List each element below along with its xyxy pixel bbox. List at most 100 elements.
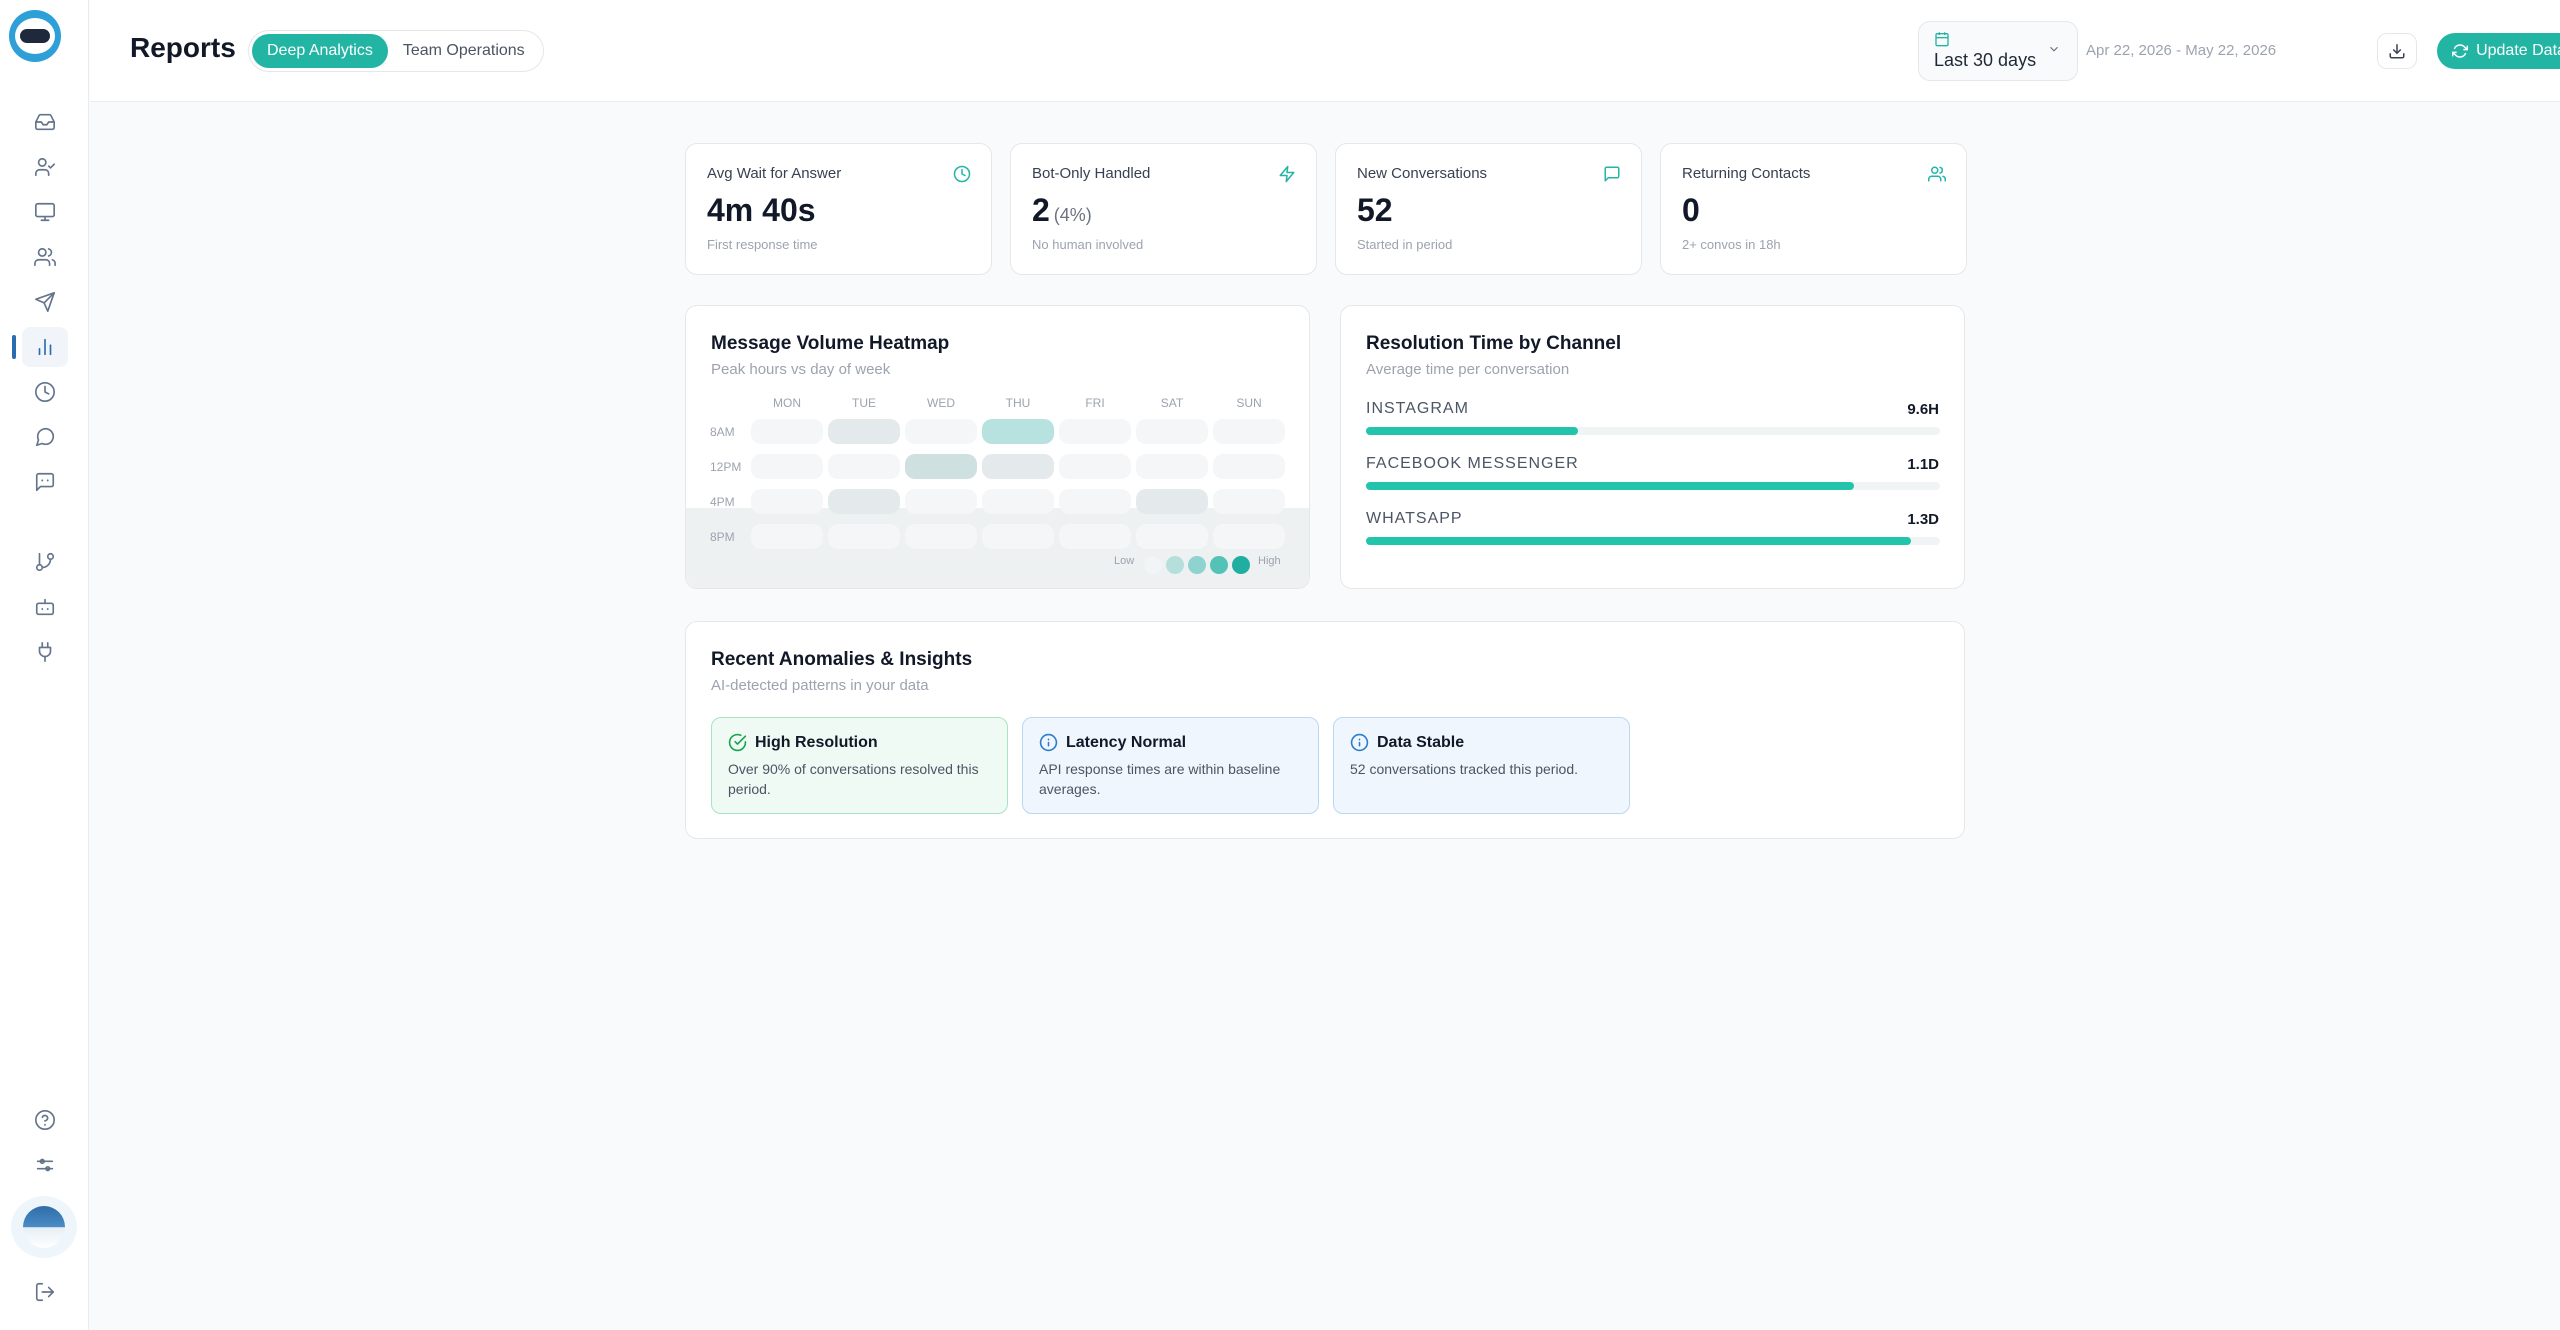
heatmap-day-label: TUE: [852, 396, 876, 410]
date-picker-label: Last 30 days: [1934, 50, 2037, 70]
heatmap-cell[interactable]: [1059, 524, 1131, 549]
insight-title: High Resolution: [755, 734, 878, 751]
channel-bar-whatsapp: [1366, 537, 1912, 545]
update-data-button[interactable]: Update Data: [2437, 33, 2560, 69]
tab-deep-analytics[interactable]: Deep Analytics: [252, 34, 388, 68]
avatar[interactable]: [11, 1196, 77, 1258]
inbox-icon[interactable]: [22, 102, 68, 142]
heatmap-cell[interactable]: [1059, 489, 1131, 514]
git-branch-icon[interactable]: [22, 542, 68, 582]
heatmap-cell[interactable]: [1213, 454, 1285, 479]
send-icon[interactable]: [22, 282, 68, 322]
bot-message-icon[interactable]: [22, 462, 68, 502]
channel-bar-facebook-messenger: [1366, 482, 1854, 490]
stat-label: New Conversations: [1357, 165, 1488, 182]
channel-value-instagram: 9.6H: [1907, 401, 1939, 418]
heatmap-panel: Message Volume Heatmap Peak hours vs day…: [685, 305, 1310, 589]
header: Reports Deep Analytics Team Operations L…: [90, 0, 2560, 102]
stat-card-avg-wait: Avg Wait for Answer 4m 40s First respons…: [685, 143, 992, 275]
insight-card-latency-normal[interactable]: Latency Normal API response times are wi…: [1022, 717, 1319, 814]
bar-chart-icon[interactable]: [12, 327, 68, 367]
stat-subtext: No human involved: [1032, 237, 1144, 252]
channel-track: [1366, 537, 1940, 545]
sliders-icon[interactable]: [22, 1145, 68, 1185]
legend-swatch: [1166, 556, 1184, 574]
heatmap-cell[interactable]: [1136, 524, 1208, 549]
heatmap-cell[interactable]: [751, 489, 823, 514]
stat-label: Bot-Only Handled: [1032, 165, 1151, 182]
heatmap-hour-label: 4PM: [710, 495, 735, 509]
robot-icon[interactable]: [22, 587, 68, 627]
heatmap-cell[interactable]: [828, 454, 900, 479]
stat-card-bot-only: Bot-Only Handled 2 (4%) No human involved: [1010, 143, 1317, 275]
tab-group: Deep Analytics Team Operations: [248, 30, 544, 72]
heatmap-cell[interactable]: [982, 454, 1054, 479]
insight-title: Data Stable: [1377, 734, 1465, 751]
stat-subtext: Started in period: [1357, 237, 1453, 252]
insight-card-data-stable[interactable]: Data Stable 52 conversations tracked thi…: [1333, 717, 1630, 814]
heatmap-cell[interactable]: [828, 419, 900, 444]
heatmap-cell[interactable]: [982, 489, 1054, 514]
clock-icon[interactable]: [22, 372, 68, 412]
clock-icon: [953, 165, 971, 188]
user-check-icon[interactable]: [22, 147, 68, 187]
channel-name-whatsapp: WHATSAPP: [1366, 510, 1463, 527]
resolution-title: Resolution Time by Channel: [1366, 333, 1622, 354]
heatmap-cell[interactable]: [982, 419, 1054, 444]
stat-label: Avg Wait for Answer: [707, 165, 842, 182]
users-icon[interactable]: [22, 237, 68, 277]
heatmap-cell[interactable]: [905, 524, 977, 549]
heatmap-cell[interactable]: [828, 524, 900, 549]
heatmap-cell[interactable]: [982, 524, 1054, 549]
heatmap-cell[interactable]: [1136, 419, 1208, 444]
date-range-picker[interactable]: Last 30 days: [1918, 21, 2078, 81]
message-circle-icon[interactable]: [22, 417, 68, 457]
app-logo[interactable]: [9, 10, 61, 62]
heatmap-hour-label: 12PM: [710, 460, 742, 474]
download-icon: [2389, 44, 2405, 59]
info-icon: [1039, 733, 1058, 757]
insight-text: API response times are within baseline a…: [1039, 761, 1281, 797]
legend-high: High: [1258, 555, 1281, 567]
stat-card-new-conversations: New Conversations 52 Started in period: [1335, 143, 1642, 275]
insight-card-high-resolution[interactable]: High Resolution Over 90% of conversation…: [711, 717, 1008, 814]
heatmap-cell[interactable]: [905, 489, 977, 514]
heatmap-cell[interactable]: [751, 524, 823, 549]
chevron-down-icon: [2047, 42, 2061, 61]
plug-icon[interactable]: [22, 632, 68, 672]
page-title: Reports: [130, 32, 236, 63]
heatmap-cell[interactable]: [905, 454, 977, 479]
heatmap-cell[interactable]: [1213, 419, 1285, 444]
insights-title: Recent Anomalies & Insights: [711, 649, 973, 670]
heatmap-cell[interactable]: [1059, 419, 1131, 444]
update-data-label: Update Data: [2476, 42, 2560, 59]
heatmap-cell[interactable]: [1136, 454, 1208, 479]
resolution-panel: Resolution Time by Channel Average time …: [1340, 305, 1965, 589]
heatmap-cell[interactable]: [905, 419, 977, 444]
heatmap-cell[interactable]: [1213, 489, 1285, 514]
monitor-icon[interactable]: [22, 192, 68, 232]
heatmap-cell[interactable]: [1059, 454, 1131, 479]
heatmap-cell[interactable]: [751, 454, 823, 479]
heatmap-cell[interactable]: [1213, 524, 1285, 549]
channel-name-instagram: INSTAGRAM: [1366, 400, 1469, 417]
stat-value: 52: [1357, 192, 1393, 228]
heatmap-day-label: WED: [927, 396, 955, 410]
download-button[interactable]: [2377, 33, 2417, 69]
info-icon: [1350, 733, 1369, 757]
stat-value: 4m 40s: [707, 192, 816, 228]
channel-track: [1366, 427, 1940, 435]
legend-swatch: [1188, 556, 1206, 574]
heatmap-cell[interactable]: [1136, 489, 1208, 514]
heatmap-cell[interactable]: [751, 419, 823, 444]
legend-low: Low: [1114, 555, 1135, 567]
heatmap-day-label: SUN: [1236, 396, 1262, 410]
heatmap-title: Message Volume Heatmap: [711, 333, 950, 354]
logout-icon[interactable]: [22, 1272, 68, 1312]
help-circle-icon[interactable]: [22, 1100, 68, 1140]
date-range-text: Apr 22, 2026 - May 22, 2026: [2086, 42, 2277, 59]
tab-team-operations[interactable]: Team Operations: [388, 34, 540, 68]
stat-value: 2 (4%): [1032, 192, 1092, 228]
heatmap-cell[interactable]: [828, 489, 900, 514]
stat-subtext: First response time: [707, 237, 818, 252]
